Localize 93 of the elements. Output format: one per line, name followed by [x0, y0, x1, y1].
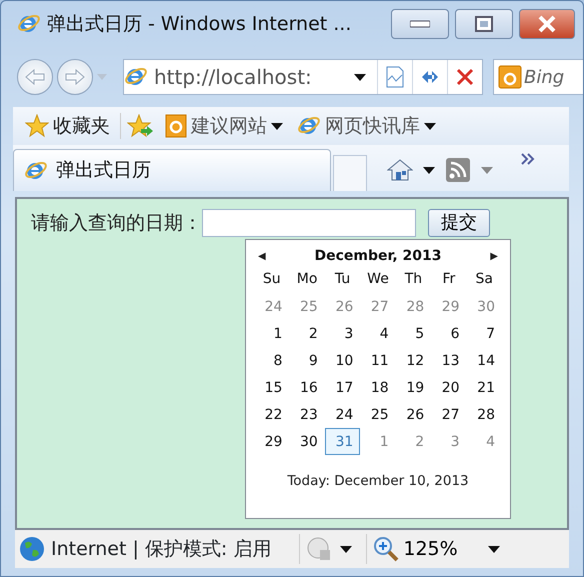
calendar-day[interactable]: 9: [289, 347, 325, 374]
calendar-day[interactable]: 16: [289, 374, 325, 401]
calendar-day[interactable]: 26: [396, 401, 432, 428]
calendar-day[interactable]: 3: [431, 428, 467, 455]
torn-page-icon: [386, 66, 404, 88]
calendar-day[interactable]: 28: [466, 401, 502, 428]
star-icon: [25, 114, 49, 138]
calendar-day[interactable]: 25: [289, 293, 325, 320]
search-box[interactable]: Bing: [493, 59, 583, 95]
calendar-day[interactable]: 18: [360, 374, 396, 401]
calendar-day[interactable]: 25: [360, 401, 396, 428]
caret-icon[interactable]: [340, 546, 352, 552]
home-icon[interactable]: [387, 158, 413, 182]
calendar-day[interactable]: 12: [396, 347, 432, 374]
calendar-day[interactable]: 29: [254, 428, 290, 455]
favorites-bar-item[interactable]: 网页快讯库: [293, 112, 440, 140]
calendar-day[interactable]: 7: [466, 320, 502, 347]
weekday-label: Sa: [474, 270, 494, 289]
calendar-day[interactable]: 6: [431, 320, 467, 347]
calendar-day[interactable]: 2: [396, 428, 432, 455]
caret-icon: [271, 122, 283, 130]
calendar-day[interactable]: 14: [466, 347, 502, 374]
address-field[interactable]: http://localhost:: [123, 59, 483, 95]
minimize-button[interactable]: [391, 9, 449, 39]
calendar-day[interactable]: 26: [324, 293, 360, 320]
status-text: Internet | 保护模式: 启用: [51, 536, 272, 562]
calendar-day[interactable]: 11: [360, 347, 396, 374]
caret-icon: [354, 74, 366, 80]
weekday-label: Fr: [441, 270, 456, 289]
month-title: December, 2013: [314, 246, 442, 266]
calendar-day[interactable]: 17: [324, 374, 360, 401]
calendar-day[interactable]: 27: [360, 293, 396, 320]
zoom-icon: [373, 536, 400, 562]
search-provider-icon: [498, 65, 522, 89]
calendar-day[interactable]: 24: [254, 293, 290, 320]
calendar-day[interactable]: 15: [254, 374, 290, 401]
window-title: 弹出式日历 - Windows Internet ...: [47, 12, 352, 37]
stop-icon: [456, 68, 474, 86]
add-favorite-icon[interactable]: [127, 114, 155, 138]
calendar-day[interactable]: 1: [254, 320, 290, 347]
zoom-button[interactable]: 125%: [373, 534, 458, 564]
previous-month-button[interactable]: ◀: [254, 248, 270, 264]
calendar-day[interactable]: 21: [466, 374, 502, 401]
weekday-label: Tu: [334, 270, 352, 289]
calendar-day[interactable]: 23: [289, 401, 325, 428]
calendar-day[interactable]: 29: [431, 293, 467, 320]
calendar-day[interactable]: 2: [289, 320, 325, 347]
calendar-day[interactable]: 19: [396, 374, 432, 401]
calendar-day[interactable]: 4: [360, 320, 396, 347]
close-icon: [538, 15, 556, 33]
weekday-label: Mo: [296, 270, 318, 289]
weekday-label: Th: [404, 270, 424, 289]
web-slice-icon: [165, 114, 187, 138]
calendar-day[interactable]: 4: [466, 428, 502, 455]
caret-icon[interactable]: [423, 166, 435, 174]
calendar-day[interactable]: 30: [289, 428, 325, 455]
calendar-day[interactable]: 8: [254, 347, 290, 374]
next-month-button[interactable]: ▶: [486, 248, 502, 264]
today-label: Today: December 10, 2013: [286, 472, 470, 491]
date-field[interactable]: [202, 209, 416, 238]
calendar-day[interactable]: 10: [324, 347, 360, 374]
favorites-button[interactable]: 收藏夹: [21, 112, 114, 140]
calendar-day[interactable]: 20: [431, 374, 467, 401]
calendar-day[interactable]: 31: [324, 428, 360, 455]
calendar-day[interactable]: 3: [324, 320, 360, 347]
back-button[interactable]: [17, 59, 53, 95]
caret-icon: [424, 122, 436, 130]
calendar-day[interactable]: 24: [324, 401, 360, 428]
globe-icon: [19, 536, 45, 562]
forward-button[interactable]: [57, 59, 93, 95]
back-arrow-icon: [25, 69, 45, 85]
calendar-day[interactable]: 1: [360, 428, 396, 455]
close-button[interactable]: [519, 9, 575, 39]
minimize-icon: [410, 20, 430, 28]
calendar-day[interactable]: 30: [466, 293, 502, 320]
calendar-day[interactable]: 28: [396, 293, 432, 320]
maximize-button[interactable]: [455, 9, 513, 39]
feed-icon[interactable]: [445, 157, 471, 183]
calendar-day[interactable]: 22: [254, 401, 290, 428]
field-label: 请输入查询的日期：: [31, 211, 202, 236]
submit-button[interactable]: 提交: [428, 209, 490, 238]
calendar-day[interactable]: 5: [396, 320, 432, 347]
browser-tab[interactable]: 弹出式日历: [13, 149, 331, 191]
calendar-day[interactable]: 27: [431, 401, 467, 428]
caret-icon[interactable]: [488, 546, 500, 552]
favorites-bar-item[interactable]: 建议网站: [161, 112, 287, 140]
refresh-arrows-icon: [420, 68, 440, 86]
forward-arrow-icon: [65, 69, 85, 85]
maximize-icon: [475, 16, 493, 32]
calendar-day[interactable]: 13: [431, 347, 467, 374]
weekday-label: We: [366, 270, 390, 289]
chevron-icon[interactable]: [521, 153, 535, 165]
weekday-label: Su: [262, 270, 282, 289]
